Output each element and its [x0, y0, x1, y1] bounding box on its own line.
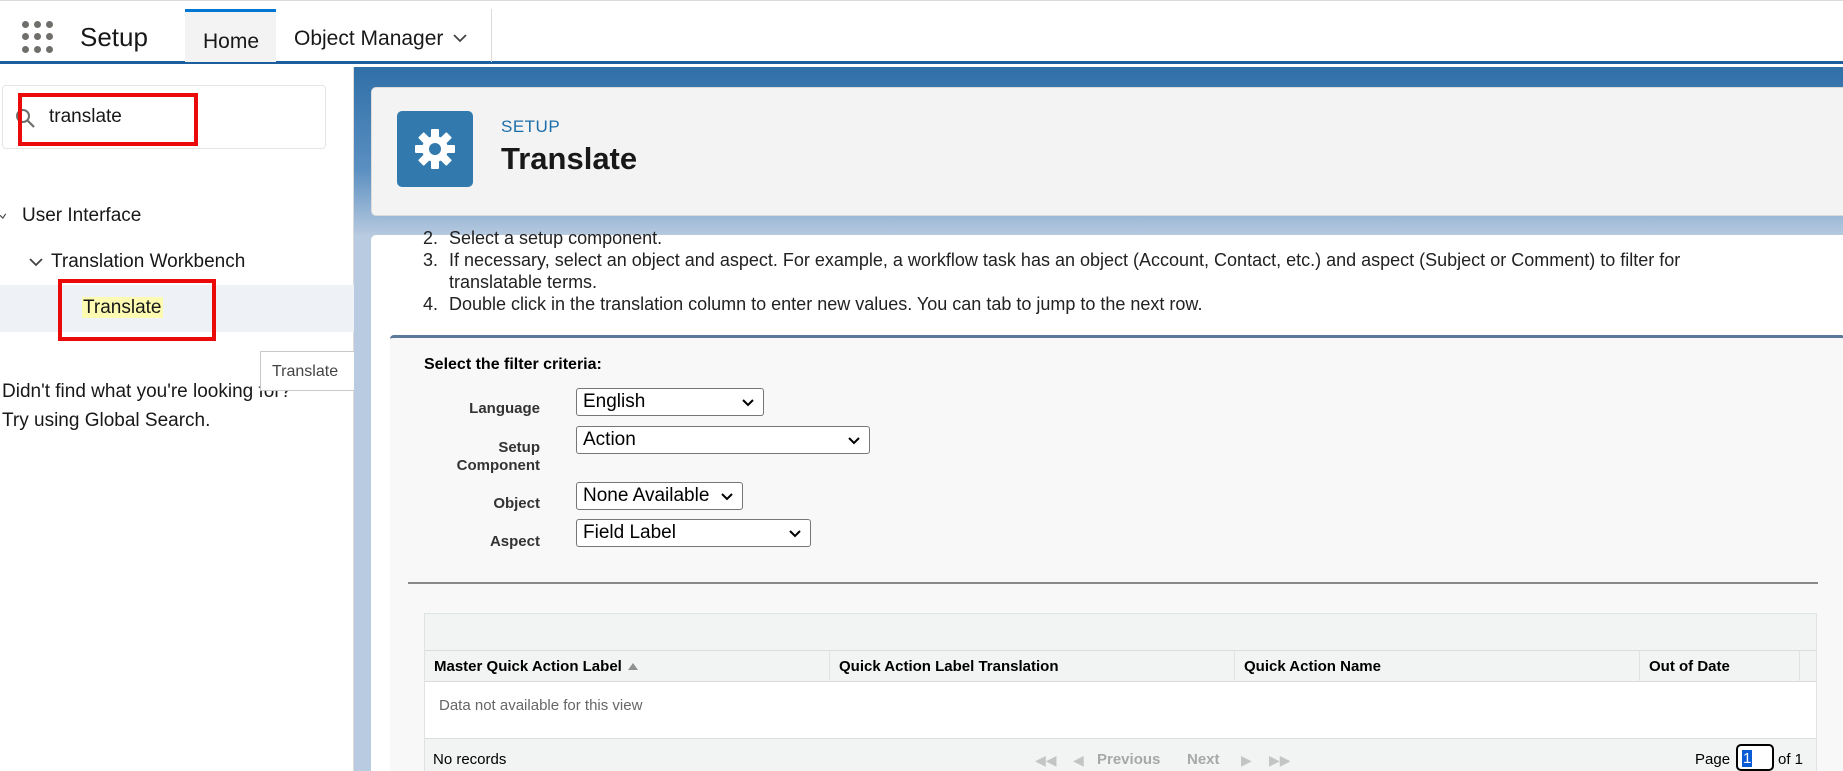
chevron-down-icon — [721, 493, 733, 501]
last-page-icon[interactable]: ▶▶ — [1269, 752, 1291, 769]
instruction-step: 4. Double click in the translation column… — [423, 294, 1203, 314]
main-content: SETUP Translate 2. Select a setup compone… — [354, 67, 1843, 771]
aspect-select[interactable]: Field Label — [576, 519, 811, 547]
highlight-box-search — [18, 93, 198, 146]
table-toolbar — [425, 614, 1816, 650]
empty-state-message: Data not available for this view — [439, 697, 643, 714]
gear-icon — [415, 129, 455, 169]
column-header-text: Quick Action Label Translation — [839, 658, 1059, 675]
page-title: Translate — [501, 141, 638, 176]
tab-home[interactable]: Home — [185, 9, 276, 62]
page-eyebrow: SETUP — [501, 117, 561, 136]
setup-component-label-line2: Component — [456, 457, 540, 474]
top-nav: Setup Home Object Manager — [0, 0, 1843, 64]
instruction-text: If necessary, select an object and aspec… — [449, 250, 1681, 270]
column-header-name[interactable]: Quick Action Name — [1235, 651, 1640, 682]
page-header: SETUP Translate — [371, 87, 1843, 216]
no-results-line2: Try using Global Search. — [2, 410, 211, 431]
chevron-down-icon — [0, 213, 7, 220]
content-card: 2. Select a setup component. 3. If necessa… — [371, 228, 1843, 771]
tree-item-translation-workbench[interactable]: Translation Workbench — [29, 251, 245, 273]
page-icon-tile — [397, 111, 473, 187]
column-header-out-of-date[interactable]: Out of Date — [1640, 651, 1800, 682]
page-total: of 1 — [1778, 751, 1804, 768]
instruction-step: 2. Select a setup component. — [423, 228, 663, 248]
first-page-icon[interactable]: ◀◀ — [1035, 752, 1057, 769]
column-header-text: Master Quick Action Label — [434, 658, 622, 675]
column-header-master-label[interactable]: Master Quick Action Label — [425, 651, 830, 682]
setup-component-select[interactable]: Action — [576, 426, 870, 454]
highlight-box-translate — [58, 279, 216, 341]
no-results-hint: Didn't find what you're looking for? Try… — [2, 377, 291, 435]
filter-panel: Select the filter criteria: Language Eng… — [390, 335, 1843, 771]
next-link[interactable]: Next — [1187, 751, 1220, 768]
page-label: Page — [1695, 751, 1731, 768]
chevron-down-icon — [789, 530, 801, 538]
page-number-value: 1 — [1742, 750, 1753, 767]
language-select[interactable]: English — [576, 388, 764, 416]
object-select[interactable]: None Available — [576, 482, 743, 510]
filter-divider — [408, 582, 1818, 584]
language-label: Language — [469, 400, 540, 417]
language-value: English — [583, 391, 646, 412]
setup-component-label-line1: Setup — [498, 439, 540, 456]
tree-item-label: Translation Workbench — [51, 251, 246, 272]
chevron-down-icon — [29, 258, 43, 267]
setup-component-label: Setup Component — [420, 439, 540, 475]
object-value: None Available — [583, 485, 710, 506]
aspect-label: Aspect — [489, 533, 540, 550]
column-header-text: Out of Date — [1649, 658, 1730, 675]
filter-title: Select the filter criteria: — [424, 356, 602, 373]
app-name: Setup — [80, 22, 148, 52]
instructions-list: 2. Select a setup component. 3. If necessa… — [423, 227, 1680, 315]
chevron-down-icon — [742, 399, 754, 407]
instruction-step: 3. If necessary, select an object and asp… — [423, 250, 1681, 292]
aspect-value: Field Label — [583, 522, 676, 543]
table-footer: No records ◀◀ ◀ Previous Next ▶ ▶▶ Page … — [425, 738, 1816, 771]
object-label: Object — [493, 495, 540, 512]
table-header: Master Quick Action Label Quick Action L… — [425, 650, 1816, 682]
record-count: No records — [433, 751, 507, 768]
instruction-text: translatable terms. — [449, 272, 598, 292]
page-number-input[interactable]: 1 — [1736, 744, 1774, 771]
tab-object-manager-label: Object Manager — [294, 27, 444, 50]
chevron-down-icon[interactable] — [453, 31, 467, 45]
translation-table: Master Quick Action Label Quick Action L… — [424, 613, 1817, 771]
instruction-text: Double click in the translation column t… — [449, 294, 1203, 314]
tab-object-manager[interactable]: Object Manager — [276, 9, 492, 62]
no-results-line1: Didn't find what you're looking for? — [2, 381, 292, 402]
app-launcher-icon[interactable] — [22, 21, 54, 53]
column-header-text: Quick Action Name — [1244, 658, 1381, 675]
setup-sidebar: User Interface Translation Workbench Tra… — [0, 67, 356, 771]
tree-item-user-interface[interactable]: User Interface — [0, 205, 141, 227]
tree-item-label: User Interface — [22, 205, 142, 226]
setup-component-value: Action — [583, 429, 636, 450]
previous-page-icon[interactable]: ◀ — [1073, 752, 1084, 769]
sort-ascending-icon — [627, 663, 638, 670]
previous-link[interactable]: Previous — [1097, 751, 1160, 768]
instruction-text: Select a setup component. — [449, 228, 663, 248]
column-header-translation[interactable]: Quick Action Label Translation — [830, 651, 1235, 682]
tooltip: Translate — [260, 351, 356, 391]
chevron-down-icon — [848, 437, 860, 445]
next-page-icon[interactable]: ▶ — [1241, 752, 1252, 769]
